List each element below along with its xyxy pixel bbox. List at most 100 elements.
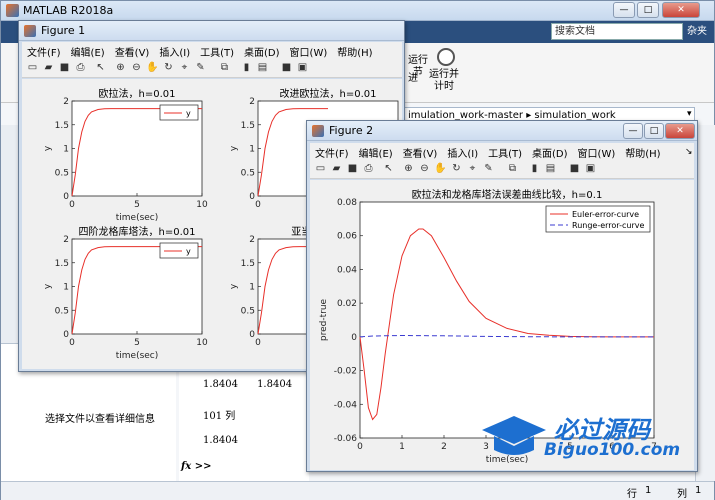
y-tick-label: 2 bbox=[63, 97, 69, 107]
legend-label: y bbox=[186, 109, 191, 118]
status-col-label: 列 bbox=[677, 489, 687, 500]
menu-window[interactable]: 窗口(W) bbox=[285, 42, 333, 59]
menu-insert[interactable]: 插入(I) bbox=[442, 143, 483, 160]
menu-insert[interactable]: 插入(I) bbox=[154, 42, 195, 59]
figure-2-title: Figure 2 bbox=[329, 124, 374, 137]
stopwatch-icon[interactable] bbox=[437, 48, 455, 66]
minimize-icon[interactable]: — bbox=[613, 2, 635, 18]
menu-edit[interactable]: 编辑(E) bbox=[354, 143, 398, 160]
x-tick-label: 0 bbox=[357, 442, 363, 452]
y-axis-label: pred-true bbox=[319, 298, 329, 341]
y-tick-label: 1 bbox=[249, 283, 255, 293]
menu-desktop[interactable]: 桌面(D) bbox=[239, 42, 285, 59]
pointer-icon[interactable]: ↖ bbox=[94, 61, 107, 74]
advance-label[interactable]: 进 bbox=[405, 73, 421, 85]
dock-icon[interactable]: ▣ bbox=[584, 162, 597, 175]
link-plot-icon[interactable]: ⧉ bbox=[506, 162, 519, 175]
print-icon[interactable]: ⎙ bbox=[362, 162, 375, 175]
command-output-line: 1.8404 1.8404 bbox=[203, 379, 293, 390]
brush-icon[interactable]: ✎ bbox=[194, 61, 207, 74]
documentation-search-input[interactable]: 搜索文档 bbox=[551, 23, 683, 40]
menubar-arrow-icon[interactable]: ↘ bbox=[685, 147, 693, 157]
figure-2-title-bar[interactable]: Figure 2 — □ ✕ bbox=[307, 121, 697, 141]
dock-icon[interactable]: ▣ bbox=[296, 61, 309, 74]
menu-help[interactable]: 帮助(H) bbox=[332, 42, 377, 59]
open-icon[interactable]: ▰ bbox=[330, 162, 343, 175]
menu-tools[interactable]: 工具(T) bbox=[483, 143, 527, 160]
zoom-out-icon[interactable]: ⊖ bbox=[418, 162, 431, 175]
y-axis-label: y bbox=[229, 145, 239, 151]
pan-icon[interactable]: ✋ bbox=[434, 162, 447, 175]
y-tick-label: 1.5 bbox=[55, 121, 69, 131]
zoom-out-icon[interactable]: ⊖ bbox=[130, 61, 143, 74]
y-tick-label: 0.02 bbox=[337, 299, 357, 309]
menu-file[interactable]: 文件(F) bbox=[310, 143, 354, 160]
path-dropdown-icon[interactable]: ▾ bbox=[687, 109, 692, 119]
menu-view[interactable]: 查看(V) bbox=[110, 42, 155, 59]
command-prompt[interactable]: fx >> bbox=[181, 461, 212, 472]
save-icon[interactable]: ■ bbox=[346, 162, 359, 175]
legend-icon[interactable]: ▤ bbox=[544, 162, 557, 175]
figure-1-title-bar[interactable]: Figure 1 bbox=[19, 21, 404, 41]
y-tick-label: 2 bbox=[63, 235, 69, 245]
menu-file[interactable]: 文件(F) bbox=[22, 42, 66, 59]
menu-desktop[interactable]: 桌面(D) bbox=[527, 143, 573, 160]
maximize-icon[interactable]: □ bbox=[644, 123, 664, 139]
zoom-in-icon[interactable]: ⊕ bbox=[402, 162, 415, 175]
new-figure-icon[interactable]: ▭ bbox=[314, 162, 327, 175]
minimize-icon[interactable]: — bbox=[623, 123, 643, 139]
x-tick-label: 0 bbox=[69, 338, 75, 348]
rotate-icon[interactable]: ↻ bbox=[450, 162, 463, 175]
new-figure-icon[interactable]: ▭ bbox=[26, 61, 39, 74]
x-axis-label: time(sec) bbox=[116, 213, 159, 223]
y-tick-label: 1.5 bbox=[241, 259, 255, 269]
menu-edit[interactable]: 编辑(E) bbox=[66, 42, 110, 59]
print-icon[interactable]: ⎙ bbox=[74, 61, 87, 74]
menu-help[interactable]: 帮助(H) bbox=[620, 143, 665, 160]
figure-icon bbox=[24, 25, 36, 37]
status-bar: 行 1 列 1 bbox=[1, 481, 714, 500]
open-icon[interactable]: ▰ bbox=[42, 61, 55, 74]
y-axis-label: y bbox=[43, 145, 53, 151]
menu-tools[interactable]: 工具(T) bbox=[195, 42, 239, 59]
command-output-line: 101 列 bbox=[203, 411, 236, 422]
menu-window[interactable]: 窗口(W) bbox=[573, 143, 621, 160]
status-row-label: 行 bbox=[627, 489, 637, 500]
run-and-time-label[interactable]: 运行并计时 bbox=[429, 69, 459, 93]
x-axis-label: time(sec) bbox=[116, 351, 159, 361]
maximize-icon[interactable]: □ bbox=[637, 2, 659, 18]
data-cursor-icon[interactable]: ⌖ bbox=[466, 162, 479, 175]
rotate-icon[interactable]: ↻ bbox=[162, 61, 175, 74]
y-tick-label: 0 bbox=[63, 192, 69, 202]
zoom-in-icon[interactable]: ⊕ bbox=[114, 61, 127, 74]
save-icon[interactable]: ■ bbox=[58, 61, 71, 74]
figure-2-toolbar: ▭ ▰ ■ ⎙ ↖ ⊕ ⊖ ✋ ↻ ⌖ ✎ ⧉ ▮ ▤ ■ ▣ bbox=[310, 159, 694, 179]
pointer-icon[interactable]: ↖ bbox=[382, 162, 395, 175]
plot-frame bbox=[359, 201, 655, 439]
legend-icon[interactable]: ▤ bbox=[256, 61, 269, 74]
y-axis-label: y bbox=[229, 283, 239, 289]
status-row-value: 1 bbox=[645, 485, 652, 496]
menu-view[interactable]: 查看(V) bbox=[398, 143, 443, 160]
hide-tools-icon[interactable]: ■ bbox=[568, 162, 581, 175]
x-tick-label: 1 bbox=[399, 442, 405, 452]
y-tick-label: 0 bbox=[63, 330, 69, 340]
close-icon[interactable]: ✕ bbox=[662, 2, 700, 18]
legend-label: Runge-error-curve bbox=[572, 221, 644, 230]
link-plot-icon[interactable]: ⧉ bbox=[218, 61, 231, 74]
x-tick-label: 10 bbox=[196, 200, 208, 210]
y-tick-label: 0 bbox=[351, 333, 357, 343]
colorbar-icon[interactable]: ▮ bbox=[528, 162, 541, 175]
workspace-panel-strip bbox=[695, 125, 715, 481]
y-tick-label: 0 bbox=[249, 330, 255, 340]
y-tick-label: 0.04 bbox=[337, 265, 357, 275]
data-cursor-icon[interactable]: ⌖ bbox=[178, 61, 191, 74]
command-output-line: 1.8404 bbox=[203, 435, 238, 446]
y-tick-label: -0.06 bbox=[334, 434, 358, 444]
close-icon[interactable]: ✕ bbox=[665, 123, 695, 139]
figure-1-menubar: 文件(F) 编辑(E) 查看(V) 插入(I) 工具(T) 桌面(D) 窗口(W) 帮助(H) bbox=[22, 42, 402, 59]
hide-tools-icon[interactable]: ■ bbox=[280, 61, 293, 74]
brush-icon[interactable]: ✎ bbox=[482, 162, 495, 175]
pan-icon[interactable]: ✋ bbox=[146, 61, 159, 74]
colorbar-icon[interactable]: ▮ bbox=[240, 61, 253, 74]
